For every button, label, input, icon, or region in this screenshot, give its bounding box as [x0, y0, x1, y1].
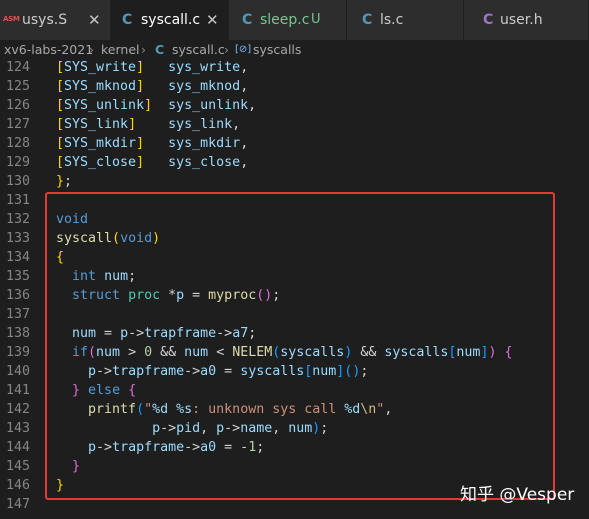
line-number: 142 [5, 402, 30, 417]
chevron-right-icon: › [89, 42, 94, 57]
line-number: 138 [5, 326, 30, 341]
line-number: 136 [5, 288, 30, 303]
line-number: 124 [5, 60, 30, 75]
tab-user-h[interactable]: C user.h [464, 0, 589, 40]
tab-bar: ASM usys.S ✕ C syscall.c ✕ C sleep.c U C… [0, 0, 589, 40]
c-file-icon: C [155, 42, 165, 57]
close-icon[interactable]: ✕ [88, 0, 101, 40]
code-line[interactable]: 124 [SYS_write] sys_write, [0, 60, 589, 77]
code-line[interactable]: 129 [SYS_close] sys_close, [0, 153, 589, 172]
chevron-right-icon: › [141, 42, 146, 57]
line-number: 143 [5, 421, 30, 436]
highlight-box [45, 192, 555, 500]
variable-symbol-icon: [⊘] [235, 44, 252, 55]
tab-label: ls.c [380, 12, 404, 28]
tab-label: syscall.c [141, 12, 201, 28]
code-line[interactable]: 126 [SYS_unlink] sys_unlink, [0, 96, 589, 115]
breadcrumb-item-symbol[interactable]: syscalls [253, 40, 301, 59]
line-number: 130 [5, 174, 30, 189]
code-text: [SYS_close] sys_close, [56, 155, 249, 170]
line-number: 144 [5, 440, 30, 455]
code-text: }; [56, 174, 73, 189]
line-number: 126 [5, 98, 30, 113]
code-text: [SYS_unlink] sys_unlink, [56, 98, 257, 113]
untracked-badge: U [311, 12, 321, 27]
tab-syscall-c[interactable]: C syscall.c ✕ [111, 0, 229, 40]
tab-sleep-c[interactable]: C sleep.c U [229, 0, 347, 40]
line-number: 135 [5, 269, 30, 284]
line-number: 146 [5, 478, 30, 493]
chevron-right-icon: › [224, 42, 229, 57]
close-icon[interactable]: ✕ [206, 0, 219, 40]
breadcrumb-item-file[interactable]: syscall.c [172, 40, 225, 59]
code-line[interactable]: 128 [SYS_mkdir] sys_mkdir, [0, 134, 589, 153]
c-file-icon: C [122, 12, 133, 28]
code-text: [SYS_write] sys_write, [56, 60, 249, 75]
line-number: 127 [5, 117, 30, 132]
watermark: 知乎 @Vesper [460, 485, 575, 505]
tab-ls-c[interactable]: C ls.c [347, 0, 464, 40]
code-text: [SYS_link] sys_link, [56, 117, 241, 132]
line-number: 141 [5, 383, 30, 398]
line-number: 133 [5, 231, 30, 246]
breadcrumb: xv6-labs-2021 › kernel › C syscall.c › [… [0, 40, 589, 60]
line-number: 132 [5, 212, 30, 227]
line-number: 125 [5, 79, 30, 94]
tab-label: usys.S [22, 12, 68, 28]
line-number: 129 [5, 155, 30, 170]
code-line[interactable]: 130}; [0, 172, 589, 191]
line-number: 140 [5, 364, 30, 379]
asm-file-icon: ASM [3, 15, 20, 23]
tab-label: user.h [500, 12, 543, 28]
line-number: 147 [5, 497, 30, 512]
tab-label: sleep.c [260, 12, 310, 28]
tab-usys-s[interactable]: ASM usys.S ✕ [0, 0, 111, 40]
line-number: 145 [5, 459, 30, 474]
breadcrumb-item-workspace[interactable]: xv6-labs-2021 [4, 40, 93, 59]
line-number: 131 [5, 193, 30, 208]
code-line[interactable]: 125 [SYS_mknod] sys_mknod, [0, 77, 589, 96]
code-line[interactable]: 127 [SYS_link] sys_link, [0, 115, 589, 134]
code-text: [SYS_mknod] sys_mknod, [56, 79, 249, 94]
line-number: 134 [5, 250, 30, 265]
line-number: 128 [5, 136, 30, 151]
c-file-icon: C [362, 12, 373, 28]
line-number: 139 [5, 345, 30, 360]
c-file-icon: C [242, 12, 253, 28]
c-file-icon: C [483, 12, 494, 28]
line-number: 137 [5, 307, 30, 322]
breadcrumb-item-kernel[interactable]: kernel [101, 40, 140, 59]
code-text: [SYS_mkdir] sys_mkdir, [56, 136, 249, 151]
